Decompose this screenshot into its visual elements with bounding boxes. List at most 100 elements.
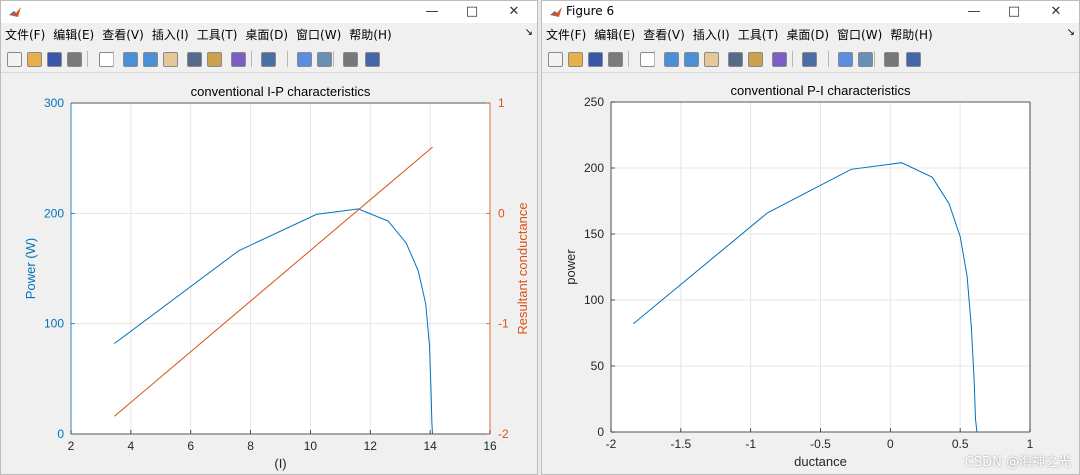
y-right-tick-label: -2 bbox=[498, 427, 509, 441]
y-tick-label: 200 bbox=[44, 206, 64, 220]
chart-pi: -2 -1.5 -1 -0.5 0 0.5 1 0 50 100 150 200 250 conventi… bbox=[563, 83, 1034, 469]
y-right-axis-label: Resultant conductance bbox=[515, 202, 530, 334]
menu-window[interactable]: 窗口(W) bbox=[833, 25, 886, 45]
zoom-in-icon[interactable] bbox=[662, 50, 680, 68]
menu-bar: 文件(F) 编辑(E) 查看(V) 插入(I) 工具(T) 桌面(D) 窗口(W) 帮助(H)… bbox=[1, 25, 537, 45]
minimize-button[interactable]: — bbox=[417, 1, 447, 23]
chart-ip: 2 4 6 8 10 12 14 16 0 100 200 300 -2 -1 0 1 Resultant co… bbox=[23, 84, 530, 471]
menu-view[interactable]: 查看(V) bbox=[98, 25, 148, 45]
menu-edit[interactable]: 编辑(E) bbox=[49, 25, 98, 45]
title-bar: — □ ✕ bbox=[1, 1, 537, 23]
y-tick-label: 0 bbox=[57, 427, 64, 441]
menu-dock-arrow-icon[interactable]: ↘ bbox=[1067, 27, 1075, 38]
menu-desktop[interactable]: 桌面(D) bbox=[241, 25, 292, 45]
close-button[interactable]: ✕ bbox=[499, 1, 529, 23]
toolbar-separator bbox=[87, 51, 88, 67]
new-file-icon[interactable] bbox=[546, 50, 564, 68]
new-file-icon[interactable] bbox=[5, 50, 23, 68]
toolbar-separator bbox=[333, 51, 334, 67]
show-plot-tools-icon[interactable] bbox=[363, 50, 381, 68]
menu-bar: 文件(F) 编辑(E) 查看(V) 插入(I) 工具(T) 桌面(D) 窗口(W) 帮助(H)… bbox=[542, 25, 1079, 45]
x-tick-label: 2 bbox=[68, 439, 75, 453]
colorbar-icon[interactable] bbox=[295, 50, 313, 68]
zoom-out-icon[interactable] bbox=[682, 50, 700, 68]
y-right-tick-label: 0 bbox=[498, 206, 505, 220]
legend-icon[interactable] bbox=[856, 50, 874, 68]
print-icon[interactable] bbox=[65, 50, 83, 68]
legend-icon[interactable] bbox=[315, 50, 333, 68]
x-axis-label: (I) bbox=[274, 456, 286, 471]
show-plot-tools-icon[interactable] bbox=[904, 50, 922, 68]
toolbar-separator bbox=[792, 51, 793, 67]
pan-icon[interactable] bbox=[702, 50, 720, 68]
open-folder-icon[interactable] bbox=[566, 50, 584, 68]
figure-toolbar bbox=[1, 46, 537, 73]
csdn-watermark: CSDN @海神之光 bbox=[964, 455, 1071, 470]
menu-insert[interactable]: 插入(I) bbox=[148, 25, 193, 45]
toolbar-separator bbox=[287, 51, 288, 67]
x-tick-label: 0.5 bbox=[952, 437, 969, 451]
toolbar-separator bbox=[654, 51, 655, 67]
toolbar-separator bbox=[628, 51, 629, 67]
menu-dock-arrow-icon[interactable]: ↘ bbox=[525, 27, 533, 38]
y-tick-label: 100 bbox=[44, 317, 64, 331]
y-right-tick-label: 1 bbox=[498, 96, 505, 110]
menu-desktop[interactable]: 桌面(D) bbox=[782, 25, 833, 45]
menu-tools[interactable]: 工具(T) bbox=[193, 25, 242, 45]
menu-view[interactable]: 查看(V) bbox=[639, 25, 689, 45]
colorbar-icon[interactable] bbox=[836, 50, 854, 68]
toolbar-separator bbox=[874, 51, 875, 67]
data-cursor-icon[interactable] bbox=[746, 50, 764, 68]
brush-icon[interactable] bbox=[770, 50, 788, 68]
y-tick-label: 200 bbox=[584, 161, 604, 175]
minimize-button[interactable]: — bbox=[959, 1, 989, 23]
y-right-tick-label: -1 bbox=[498, 317, 509, 331]
menu-help[interactable]: 帮助(H) bbox=[345, 25, 395, 45]
rotate-3d-icon[interactable] bbox=[185, 50, 203, 68]
save-icon[interactable] bbox=[586, 50, 604, 68]
save-icon[interactable] bbox=[45, 50, 63, 68]
toolbar-separator bbox=[828, 51, 829, 67]
menu-tools[interactable]: 工具(T) bbox=[734, 25, 783, 45]
matlab-logo-icon bbox=[9, 7, 21, 17]
brush-icon[interactable] bbox=[229, 50, 247, 68]
matlab-logo-icon bbox=[550, 7, 562, 17]
figure-window-right: Figure 6 — □ ✕ 文件(F) 编辑(E) 查看(V) 插入(I) 工具(T)… bbox=[541, 0, 1080, 475]
x-tick-label: 10 bbox=[304, 439, 318, 453]
open-folder-icon[interactable] bbox=[25, 50, 43, 68]
zoom-in-icon[interactable] bbox=[121, 50, 139, 68]
x-tick-label: -1 bbox=[745, 437, 756, 451]
y-axis-label: Power (W) bbox=[23, 238, 38, 299]
link-plot-icon[interactable] bbox=[800, 50, 818, 68]
hide-plot-tools-icon[interactable] bbox=[341, 50, 359, 68]
print-icon[interactable] bbox=[606, 50, 624, 68]
x-tick-label: 8 bbox=[247, 439, 254, 453]
y-tick-label: 0 bbox=[597, 425, 604, 439]
x-tick-label: -0.5 bbox=[810, 437, 831, 451]
maximize-button[interactable]: □ bbox=[457, 1, 487, 23]
pan-icon[interactable] bbox=[161, 50, 179, 68]
title-bar: Figure 6 — □ ✕ bbox=[542, 1, 1079, 23]
chart-title: conventional I-P characteristics bbox=[191, 84, 371, 99]
x-tick-label: 0 bbox=[887, 437, 894, 451]
zoom-out-icon[interactable] bbox=[141, 50, 159, 68]
menu-window[interactable]: 窗口(W) bbox=[292, 25, 345, 45]
x-axis-label: ductance bbox=[794, 454, 847, 469]
data-cursor-icon[interactable] bbox=[205, 50, 223, 68]
y-tick-label: 300 bbox=[44, 96, 64, 110]
menu-file[interactable]: 文件(F) bbox=[542, 25, 590, 45]
y-tick-label: 150 bbox=[584, 227, 604, 241]
close-button[interactable]: ✕ bbox=[1041, 1, 1071, 23]
maximize-button[interactable]: □ bbox=[999, 1, 1029, 23]
x-tick-label: 4 bbox=[128, 439, 135, 453]
menu-insert[interactable]: 插入(I) bbox=[689, 25, 734, 45]
menu-file[interactable]: 文件(F) bbox=[1, 25, 49, 45]
y-tick-label: 250 bbox=[584, 95, 604, 109]
y-tick-label: 100 bbox=[584, 293, 604, 307]
hide-plot-tools-icon[interactable] bbox=[882, 50, 900, 68]
link-plot-icon[interactable] bbox=[259, 50, 277, 68]
menu-help[interactable]: 帮助(H) bbox=[886, 25, 936, 45]
x-tick-label: 6 bbox=[187, 439, 194, 453]
menu-edit[interactable]: 编辑(E) bbox=[590, 25, 639, 45]
rotate-3d-icon[interactable] bbox=[726, 50, 744, 68]
